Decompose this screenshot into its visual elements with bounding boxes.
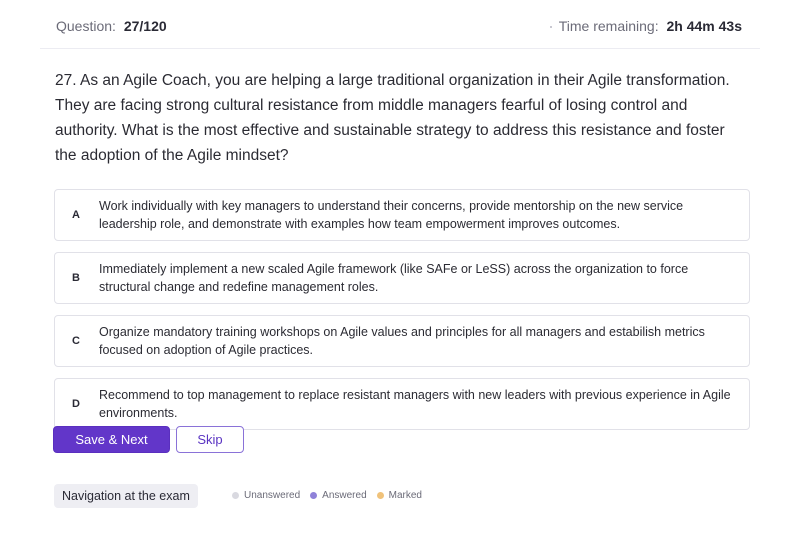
question-counter-value: 27/120 xyxy=(123,18,167,34)
legend-label: Unanswered xyxy=(244,490,301,501)
legend-answered: Answered xyxy=(310,490,367,501)
option-a[interactable]: A Work individually with key managers to… xyxy=(54,189,750,241)
time-remaining-label: Time remaining: xyxy=(558,18,659,34)
option-text: Recommend to top management to replace r… xyxy=(99,388,731,420)
legend-unanswered: Unanswered xyxy=(232,490,300,501)
option-text: Organize mandatory training workshops on… xyxy=(99,325,705,357)
unanswered-dot-icon xyxy=(232,492,239,499)
exam-header: Question: 27/120 Time remaining: 2h 44m … xyxy=(0,0,800,52)
option-letter: B xyxy=(72,272,80,284)
option-b[interactable]: B Immediately implement a new scaled Agi… xyxy=(54,252,750,304)
legend-label: Marked xyxy=(388,490,422,501)
option-text: Work individually with key managers to u… xyxy=(99,199,684,231)
answered-dot-icon xyxy=(310,492,318,499)
option-letter: A xyxy=(72,209,80,221)
option-c[interactable]: C Organize mandatory training workshops … xyxy=(54,315,750,367)
status-legend: Unanswered Answered Marked xyxy=(232,490,432,501)
time-remaining: Time remaining: 2h 44m 43s xyxy=(559,18,742,34)
marked-dot-icon xyxy=(376,492,384,499)
header-divider xyxy=(40,48,760,49)
legend-label: Answered xyxy=(322,490,367,501)
question-counter-label: Question: xyxy=(56,18,116,34)
option-text: Immediately implement a new scaled Agile… xyxy=(99,262,689,294)
skip-button[interactable]: Skip xyxy=(176,426,244,453)
time-remaining-value: 2h 44m 43s xyxy=(666,18,743,34)
answer-options: A Work individually with key managers to… xyxy=(54,189,750,441)
question-text: 27. As an Agile Coach, you are helping a… xyxy=(55,72,730,164)
save-next-button[interactable]: Save & Next xyxy=(53,426,170,453)
legend-marked: Marked xyxy=(376,490,422,501)
option-d[interactable]: D Recommend to top management to replace… xyxy=(54,378,750,430)
question-counter: Question: 27/120 xyxy=(56,18,167,34)
option-letter: C xyxy=(72,335,80,347)
exam-navigation-button[interactable]: Navigation at the exam xyxy=(54,484,198,508)
option-letter: D xyxy=(72,398,80,410)
separator-dot xyxy=(550,26,552,28)
